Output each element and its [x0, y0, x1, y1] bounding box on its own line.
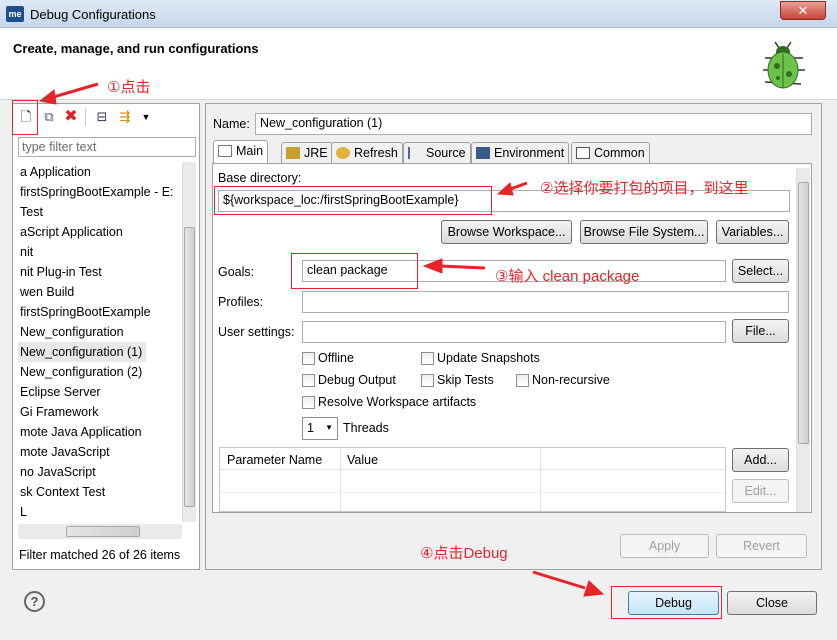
annotation-arrows: [38, 82, 605, 597]
arrow-icon: [532, 570, 605, 597]
arrow-icon: [38, 82, 99, 105]
arrow-icon: [496, 181, 528, 196]
arrow-icon: [422, 258, 486, 274]
